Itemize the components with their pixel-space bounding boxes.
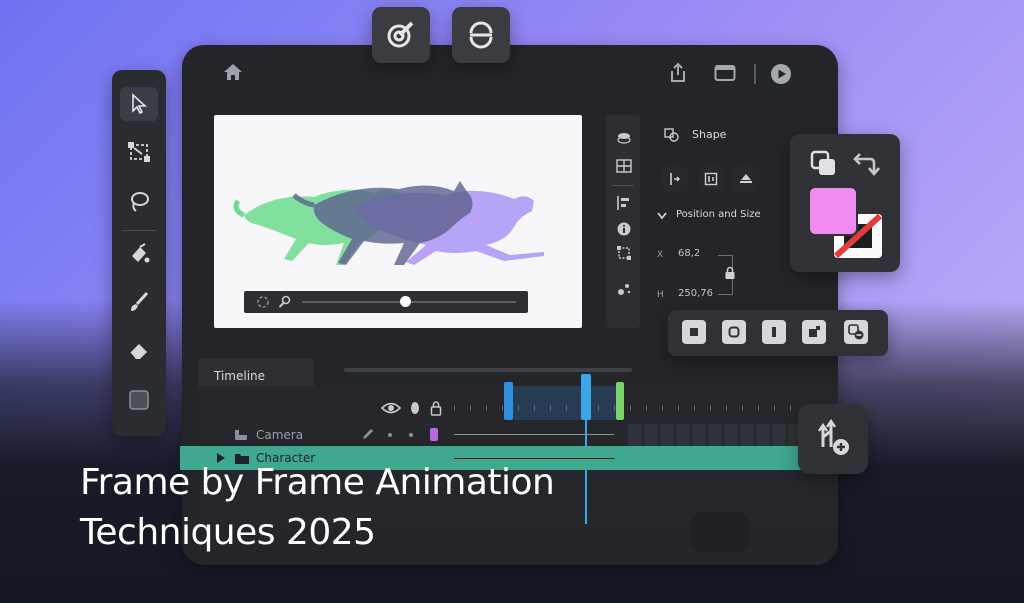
sync-button[interactable] (452, 7, 510, 63)
pencil-edit-icon[interactable] (361, 427, 375, 441)
layer-row-camera[interactable]: Camera (198, 424, 838, 446)
keyframe-marker-green[interactable] (616, 382, 624, 420)
tool-eraser[interactable] (112, 330, 166, 370)
camera-layer-icon (234, 428, 248, 442)
paint-bucket-icon (127, 242, 151, 266)
half-square-icon (768, 326, 780, 338)
align-left-icon (668, 172, 682, 186)
grid-icon[interactable] (616, 159, 632, 173)
lock-icon[interactable] (724, 266, 736, 280)
crop-icon[interactable] (616, 245, 632, 261)
scrub-handle[interactable] (399, 296, 411, 307)
zoom-icon[interactable] (278, 295, 292, 309)
onion-skin-icon[interactable] (256, 295, 270, 309)
select-arrow-icon (129, 93, 149, 115)
effects-icon[interactable] (616, 281, 632, 297)
lock-shape-icon (807, 325, 821, 339)
share-icon[interactable] (668, 62, 688, 84)
playback-bar (244, 291, 528, 313)
remove-shape-icon (848, 324, 864, 340)
layer-name-camera: Camera (256, 428, 304, 442)
stage-canvas[interactable] (214, 115, 582, 328)
topbar-divider (754, 64, 756, 84)
home-icon[interactable] (222, 62, 244, 82)
playhead[interactable] (581, 374, 591, 420)
add-layer-button[interactable] (798, 404, 868, 474)
color-panel (790, 134, 900, 272)
x-label: X (657, 250, 664, 260)
square-icon (689, 327, 699, 337)
transform-icon (126, 140, 152, 164)
camera-dot-outline[interactable] (409, 433, 413, 437)
camera-layer-color[interactable] (430, 428, 438, 441)
align-icon[interactable] (616, 195, 632, 211)
y-value[interactable]: 250,76 (678, 288, 713, 299)
tool-color-swatch[interactable] (112, 380, 166, 420)
position-size-title: Position and Size (676, 209, 761, 220)
canvas-side-strip (606, 115, 640, 328)
tool-lasso[interactable] (112, 182, 166, 222)
swap-colors-icon[interactable] (852, 150, 880, 178)
eraser-icon (127, 338, 151, 362)
align-left-button[interactable] (662, 166, 688, 192)
play-icon[interactable] (770, 63, 792, 85)
distribute-button[interactable] (733, 166, 759, 192)
shape-half-button[interactable] (762, 320, 786, 344)
color-swatch-icon (127, 388, 151, 412)
align-center-button[interactable] (698, 166, 724, 192)
chevron-down-icon[interactable] (657, 212, 667, 220)
properties-section-title: Shape (692, 128, 727, 141)
timeline-scroll-track[interactable] (344, 368, 632, 372)
lock-layers-icon[interactable] (430, 400, 442, 416)
tool-transform[interactable] (112, 132, 166, 172)
frame-range-highlight (513, 386, 617, 420)
shape-rect-button[interactable] (682, 320, 706, 344)
brush-icon (127, 290, 151, 314)
camera-track-arrow (454, 434, 614, 435)
bottom-control-pill[interactable] (690, 512, 750, 552)
info-icon[interactable] (616, 221, 632, 237)
rounded-square-icon (728, 326, 740, 338)
layers-stack-icon[interactable] (616, 131, 632, 145)
target-pencil-button[interactable] (372, 7, 430, 63)
tools-divider (122, 230, 156, 231)
timeline-title: Timeline (214, 369, 266, 383)
character-track-arrow (454, 458, 614, 459)
target-pencil-icon (386, 20, 416, 50)
fill-color-swatch[interactable] (810, 188, 856, 234)
headline-line-2: Techniques 2025 (80, 512, 376, 553)
shape-remove-button[interactable] (844, 320, 868, 344)
headline-line-1: Frame by Frame Animation (80, 462, 555, 503)
lasso-icon (127, 190, 151, 214)
x-value[interactable]: 68,2 (678, 248, 700, 259)
visibility-eye-icon[interactable] (381, 401, 401, 415)
sync-icon (466, 20, 496, 50)
align-center-icon (704, 172, 718, 186)
distribute-icon (738, 172, 754, 186)
tools-panel (112, 70, 166, 436)
shape-lock-button[interactable] (802, 320, 826, 344)
window-icon[interactable] (714, 64, 736, 82)
shape-options-bar (668, 310, 888, 356)
y-label: H (657, 290, 664, 300)
outline-toggle-icon[interactable] (410, 401, 420, 415)
side-strip-divider (612, 185, 634, 186)
tool-brush[interactable] (112, 282, 166, 322)
camera-dot-visible[interactable] (388, 433, 392, 437)
keyframe-marker-blue[interactable] (504, 382, 513, 420)
overlap-icon[interactable] (810, 150, 838, 178)
shape-icon (664, 128, 680, 142)
shape-round-button[interactable] (722, 320, 746, 344)
tool-select[interactable] (112, 84, 166, 124)
add-layer-icon (813, 419, 853, 459)
tool-paint-bucket[interactable] (112, 234, 166, 274)
